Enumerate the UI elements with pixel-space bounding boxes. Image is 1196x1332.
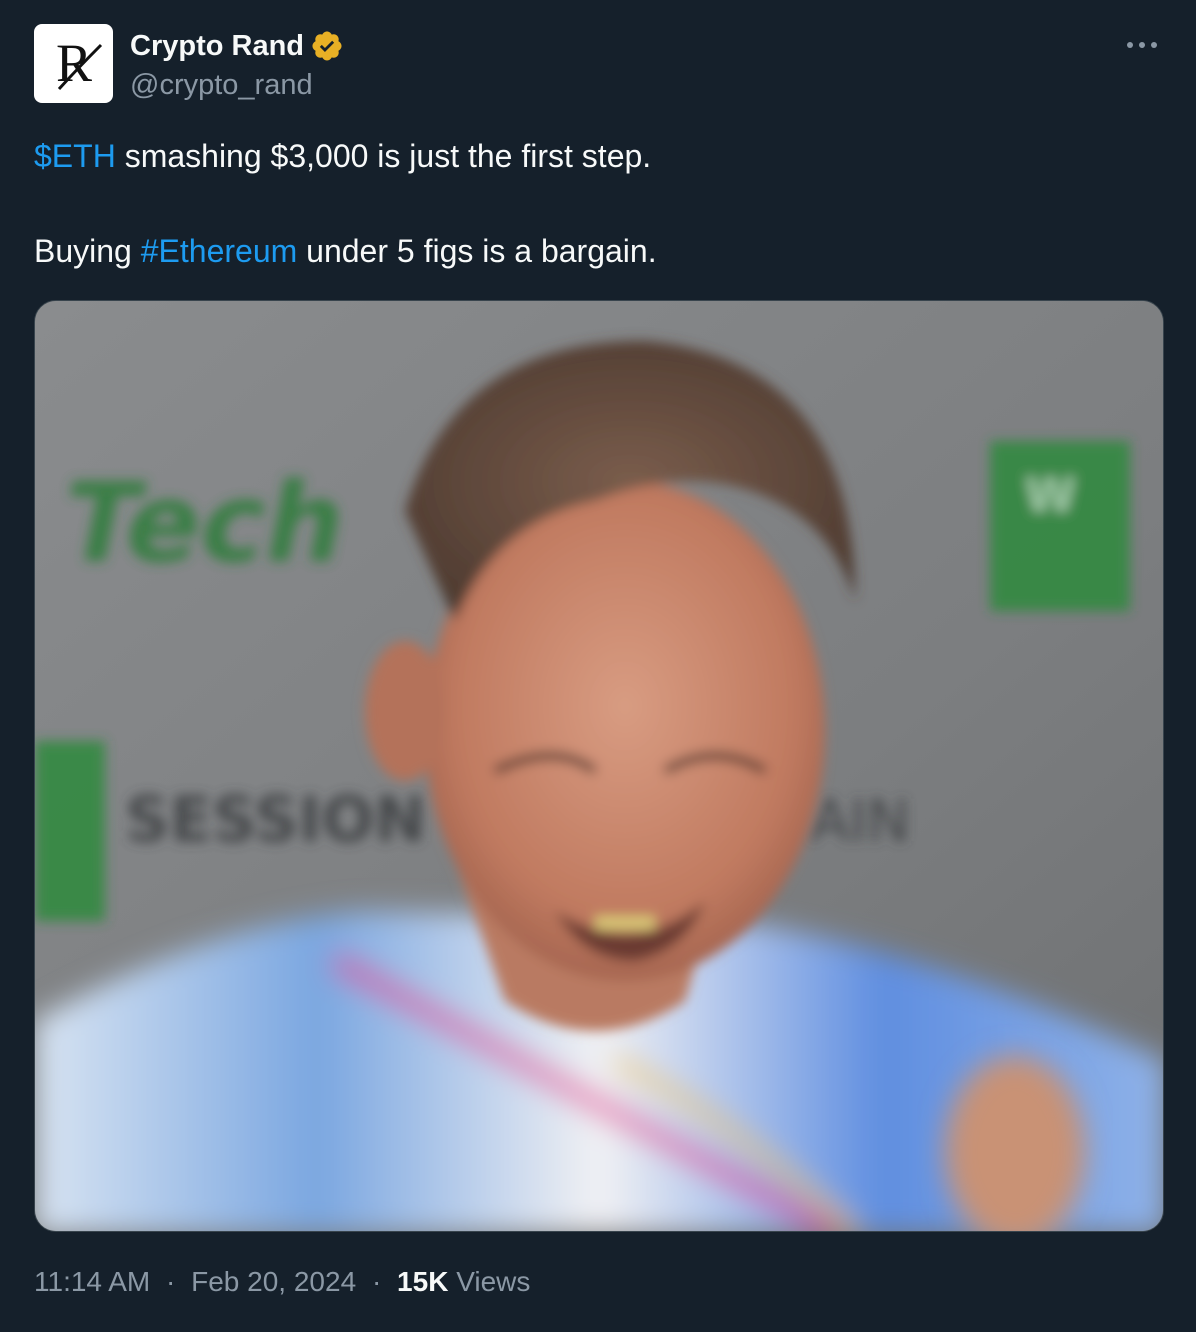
tweet-meta: 11:14 AM · Feb 20, 2024 · 15K Views (34, 1266, 530, 1298)
tweet-line-1-text: smashing $3,000 is just the first step. (115, 138, 652, 174)
tweet-line-1: $ETH smashing $3,000 is just the first s… (34, 136, 657, 176)
hashtag-link[interactable]: #Ethereum (141, 233, 298, 269)
avatar-letter: R (55, 33, 91, 93)
backdrop-text-w: W (1025, 468, 1076, 522)
tweet-line-2-before: Buying (34, 233, 141, 269)
tweet-line-2: Buying #Ethereum under 5 figs is a barga… (34, 231, 657, 271)
backdrop-text-session: SESSION (125, 783, 426, 856)
tweet-line-2-after: under 5 figs is a bargain. (297, 233, 657, 269)
tweet-photo[interactable]: Tech W SESSION AIN (34, 300, 1164, 1232)
avatar-logo: R (55, 33, 102, 93)
views-label: Views (456, 1266, 531, 1297)
handle[interactable]: @crypto_rand (130, 66, 344, 104)
display-name[interactable]: Crypto Rand (130, 30, 304, 63)
tweet-text: $ETH smashing $3,000 is just the first s… (34, 136, 657, 271)
tweet: R Crypto Rand @crypto_rand $ETH smashing… (0, 0, 1196, 1332)
meta-separator: · (166, 1266, 176, 1297)
views-count[interactable]: 15K (397, 1266, 448, 1297)
tweet-time[interactable]: 11:14 AM (34, 1266, 150, 1297)
backdrop-text-ain: AIN (810, 787, 910, 855)
more-horizontal-icon[interactable] (1122, 30, 1162, 60)
cashtag-link[interactable]: $ETH (34, 138, 116, 174)
author-identity: Crypto Rand @crypto_rand (130, 26, 344, 104)
tweet-date[interactable]: Feb 20, 2024 (191, 1266, 356, 1297)
meta-separator: · (371, 1266, 382, 1297)
avatar[interactable]: R (34, 24, 113, 103)
verified-badge-icon (310, 29, 344, 63)
photo-illustration: Tech W SESSION AIN (35, 301, 1163, 1231)
backdrop-text-tech: Tech (65, 459, 344, 587)
